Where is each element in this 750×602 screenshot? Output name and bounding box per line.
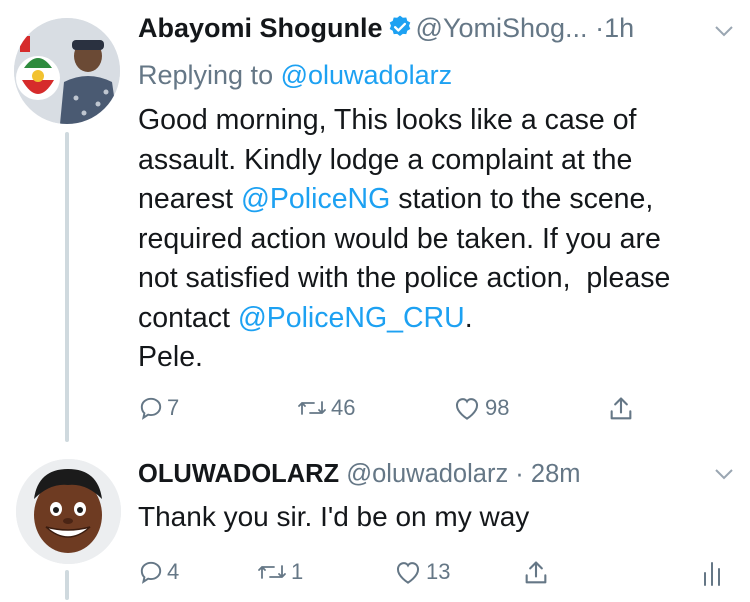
analytics-icon — [700, 559, 724, 587]
separator-dot: · — [515, 460, 524, 488]
tweet-time[interactable]: 1h — [604, 13, 634, 43]
reply-button[interactable]: 7 — [138, 395, 179, 421]
avatar-oluwadolarz[interactable] — [16, 459, 121, 564]
retweet-button[interactable]: 1 — [256, 559, 303, 585]
body-line: not satisfied with the police action, pl… — [138, 262, 671, 294]
heart-icon — [393, 559, 423, 585]
retweet-icon — [256, 559, 288, 585]
tweet-body: Thank you sir. I'd be on my way — [138, 501, 530, 532]
thread-line — [65, 132, 69, 442]
author-name[interactable]: OLUWADOLARZ — [138, 460, 339, 488]
like-count: 13 — [426, 559, 451, 584]
analytics-button[interactable] — [700, 559, 724, 587]
heart-icon — [452, 395, 482, 421]
reply-count: 7 — [167, 395, 180, 420]
author-handle[interactable]: @YomiShog... — [416, 13, 588, 43]
like-count: 98 — [485, 395, 510, 420]
mention-policeng-cru[interactable]: @PoliceNG_CRU — [238, 302, 465, 334]
body-line: nearest @PoliceNG station to the scene, — [138, 180, 670, 220]
body-line: required action would be taken. If you a… — [138, 222, 661, 255]
thread-line — [65, 570, 69, 600]
separator-dot: · — [595, 13, 605, 43]
avatar-abayomi[interactable] — [14, 18, 120, 124]
like-button[interactable]: 98 — [452, 395, 509, 421]
share-icon — [607, 395, 635, 423]
tweet-abayomi[interactable]: Abayomi Shogunle @YomiShog... ·1h Replyin… — [0, 0, 750, 455]
body-text-segment: station to the scene, — [390, 183, 654, 215]
chevron-down-icon[interactable] — [714, 467, 734, 485]
tweet-header: Abayomi Shogunle @YomiShog... ·1h — [138, 13, 634, 47]
author-handle[interactable]: @oluwadolarz — [346, 460, 508, 488]
retweet-button[interactable]: 46 — [296, 395, 355, 421]
share-button[interactable] — [522, 559, 550, 587]
retweet-icon — [296, 395, 328, 421]
body-line: Good morning, This looks like a case of — [138, 104, 637, 136]
tweet-header: OLUWADOLARZ @oluwadolarz · 28m — [138, 460, 581, 489]
tweet-oluwadolarz[interactable]: OLUWADOLARZ @oluwadolarz · 28m Thank you… — [0, 455, 750, 602]
author-name[interactable]: Abayomi Shogunle — [138, 13, 383, 43]
body-text-segment: . — [464, 301, 473, 334]
verified-badge-icon — [387, 14, 413, 47]
body-line: Pele. — [138, 341, 203, 373]
replying-to: Replying to @oluwadolarz — [138, 60, 452, 91]
body-line: contact @PoliceNG_CRU. — [138, 299, 670, 339]
chevron-down-icon[interactable] — [714, 24, 734, 42]
reply-count: 4 — [167, 559, 180, 584]
body-text-segment: nearest — [138, 183, 241, 215]
replying-to-handle[interactable]: @oluwadolarz — [281, 60, 453, 90]
tweet-body: Good morning, This looks like a case of … — [138, 101, 670, 378]
reply-icon — [138, 395, 164, 421]
reply-button[interactable]: 4 — [138, 559, 179, 585]
mention-policeng[interactable]: @PoliceNG — [241, 183, 390, 215]
tweet-time[interactable]: 28m — [531, 460, 581, 488]
share-icon — [522, 559, 550, 587]
share-button[interactable] — [607, 395, 635, 423]
replying-to-label: Replying to — [138, 60, 281, 90]
retweet-count: 1 — [291, 559, 304, 584]
reply-icon — [138, 559, 164, 585]
body-text-segment: contact — [138, 301, 238, 334]
body-line: assault. Kindly lodge a complaint at the — [138, 143, 633, 176]
like-button[interactable]: 13 — [393, 559, 450, 585]
retweet-count: 46 — [331, 395, 356, 420]
